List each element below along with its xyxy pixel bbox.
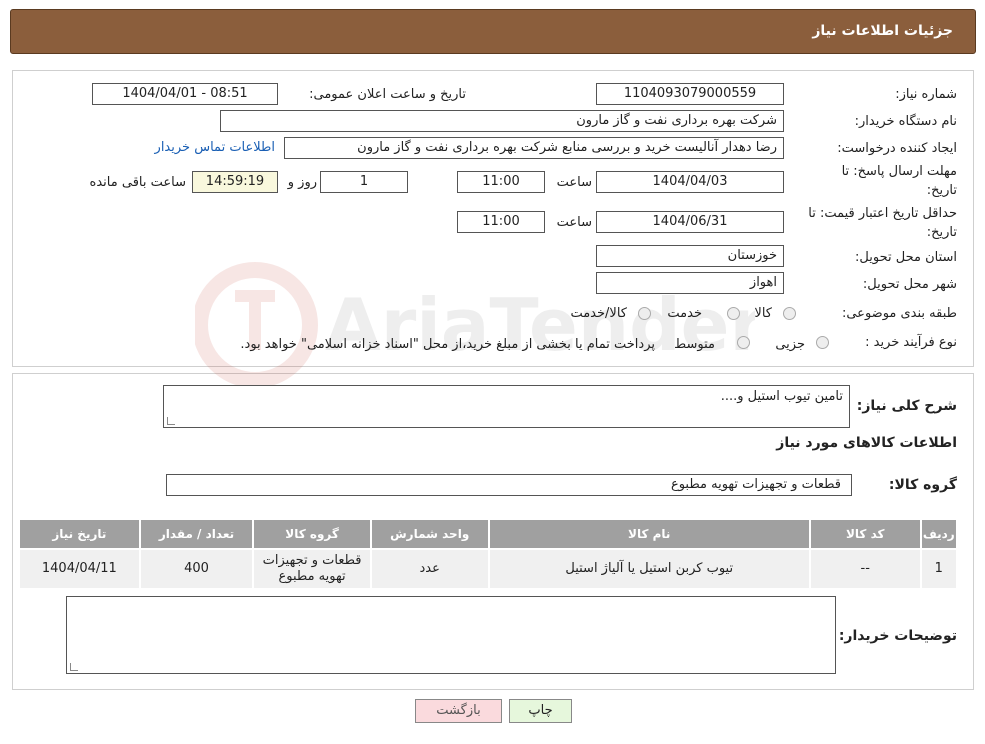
validity-time-field: 11:00 xyxy=(457,211,545,233)
days-remaining-field: 1 xyxy=(320,171,408,193)
creator-label: ایجاد کننده درخواست: xyxy=(837,141,957,156)
col-quantity: تعداد / مقدار xyxy=(138,518,255,550)
purchase-note: پرداخت تمام یا بخشی از مبلغ خرید،از محل … xyxy=(240,337,655,352)
col-need-date: تاریخ نیاز xyxy=(18,518,141,550)
category-label: طبقه بندی موضوعی: xyxy=(841,306,957,321)
category-service-option: خدمت xyxy=(667,306,702,321)
print-button[interactable]: چاپ xyxy=(509,699,572,723)
remaining-time-field: 14:59:19 xyxy=(192,171,278,193)
need-number-label: شماره نیاز: xyxy=(895,87,957,102)
validity-label-line2: تاریخ: xyxy=(926,225,957,240)
description-textarea[interactable]: تامین تیوب استیل و.... xyxy=(163,385,850,428)
goods-table: ردیف کد کالا نام کالا واحد شمارش گروه کا… xyxy=(18,518,958,590)
creator-field: رضا دهدار آنالیست خرید و بررسی منابع شرک… xyxy=(284,137,784,159)
resize-grip-icon[interactable] xyxy=(70,663,78,671)
buyer-notes-label: توضیحات خریدار: xyxy=(838,628,957,644)
purchase-minor-option: جزیی xyxy=(775,337,805,352)
col-goods-group: گروه کالا xyxy=(252,518,372,550)
description-text: تامین تیوب استیل و.... xyxy=(720,389,843,404)
cell-goods-group: قطعات و تجهیزات تهویه مطبوع xyxy=(252,548,372,590)
goods-info-title: اطلاعات کالاهای مورد نیاز xyxy=(776,435,957,451)
buyer-org-label: نام دستگاه خریدار: xyxy=(854,114,957,129)
days-label: روز و xyxy=(287,175,317,190)
back-button[interactable]: بازگشت xyxy=(415,699,502,723)
resize-grip-icon[interactable] xyxy=(167,417,175,425)
col-row-number: ردیف xyxy=(919,518,958,550)
cell-need-date: 1404/04/11 xyxy=(18,548,141,590)
table-row: 1 -- تیوب کربن استیل یا آلیاژ استیل عدد … xyxy=(18,548,958,590)
province-field: خوزستان xyxy=(596,245,784,267)
remaining-time-label: ساعت باقی مانده xyxy=(89,175,186,190)
buyer-org-field: شرکت بهره برداری نفت و گاز مارون xyxy=(220,110,784,132)
need-number-field: 1104093079000559 xyxy=(596,83,784,105)
city-label: شهر محل تحویل: xyxy=(862,277,957,292)
goods-group-label: گروه کالا: xyxy=(888,477,957,493)
deadline-time-label: ساعت xyxy=(556,175,592,190)
description-label: شرح کلی نیاز: xyxy=(856,398,957,414)
deadline-date-field: 1404/04/03 xyxy=(596,171,784,193)
buyer-contact-link[interactable]: اطلاعات تماس خریدار xyxy=(155,140,275,155)
col-unit: واحد شمارش xyxy=(369,518,490,550)
purchase-type-label: نوع فرآیند خرید : xyxy=(865,335,957,350)
announce-label: تاریخ و ساعت اعلان عمومی: xyxy=(309,87,466,102)
category-goods-option: کالا xyxy=(754,306,772,321)
cell-quantity: 400 xyxy=(138,548,255,590)
category-service-radio[interactable] xyxy=(727,307,740,320)
purchase-minor-radio[interactable] xyxy=(816,336,829,349)
page-header: جزئیات اطلاعات نیاز xyxy=(10,9,976,54)
city-field: اهواز xyxy=(596,272,784,294)
deadline-label-line1: مهلت ارسال پاسخ: تا xyxy=(841,164,957,179)
announce-datetime-field: 1404/04/01 - 08:51 xyxy=(92,83,278,105)
col-goods-code: کد کالا xyxy=(808,518,922,550)
goods-group-field: قطعات و تجهیزات تهویه مطبوع xyxy=(166,474,852,496)
col-goods-name: نام کالا xyxy=(487,518,811,550)
page-title: جزئیات اطلاعات نیاز xyxy=(812,23,953,39)
province-label: استان محل تحویل: xyxy=(855,250,957,265)
table-header-row: ردیف کد کالا نام کالا واحد شمارش گروه کا… xyxy=(18,518,958,550)
validity-time-label: ساعت xyxy=(556,215,592,230)
category-goods-radio[interactable] xyxy=(783,307,796,320)
buyer-notes-textarea[interactable] xyxy=(66,596,836,674)
category-goods-service-radio[interactable] xyxy=(638,307,651,320)
cell-goods-code: -- xyxy=(808,548,922,590)
purchase-medium-option: متوسط xyxy=(674,337,715,352)
cell-goods-name: تیوب کربن استیل یا آلیاژ استیل xyxy=(487,548,811,590)
cell-unit: عدد xyxy=(369,548,490,590)
deadline-time-field: 11:00 xyxy=(457,171,545,193)
purchase-medium-radio[interactable] xyxy=(737,336,750,349)
validity-date-field: 1404/06/31 xyxy=(596,211,784,233)
deadline-label-line2: تاریخ: xyxy=(926,183,957,198)
category-goods-service-option: کالا/خدمت xyxy=(570,306,627,321)
cell-row-number: 1 xyxy=(919,548,958,590)
validity-label-line1: حداقل تاریخ اعتبار قیمت: تا xyxy=(808,206,957,221)
